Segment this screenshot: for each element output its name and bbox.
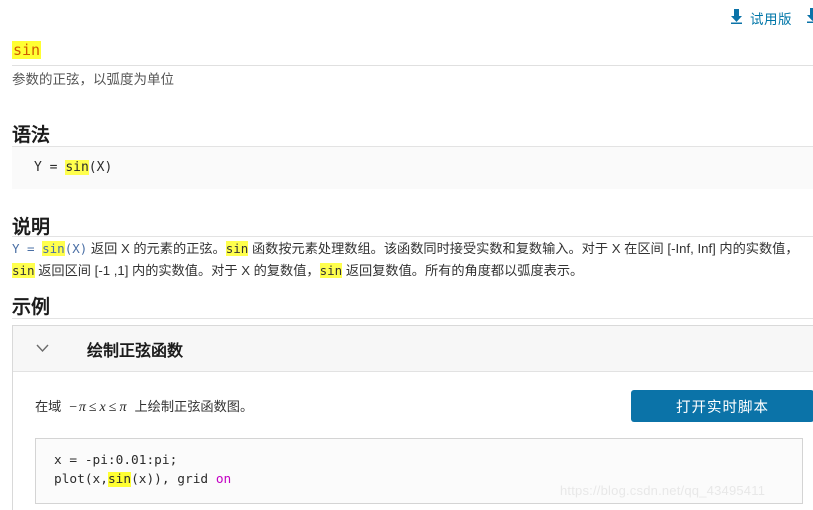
example-panel-title: 绘制正弦函数 [87, 342, 184, 360]
desc-text-c: 返回 X 的元素的正弦。 [87, 241, 226, 256]
code-line2-function: sin [107, 472, 132, 487]
desc-text-e: 返回区间 [-1 ,1] 内的实数值。对于 X 的复数值， [34, 263, 320, 278]
description-text: Y = sin(X) 返回 X 的元素的正弦。sin 函数按元素处理数组。该函数… [12, 238, 811, 282]
page-subtitle: 参数的正弦，以弧度为单位 [12, 72, 174, 87]
section-divider-description [12, 236, 813, 237]
page-root: 试用版 sin 参数的正弦，以弧度为单位 语法 Y = sin(X) 说明 Y … [0, 0, 813, 510]
syntax-code-prefix: Y = [34, 160, 66, 175]
desc-text-f: 返回复数值。所有的角度都以弧度表示。 [342, 263, 584, 278]
open-live-script-button[interactable]: 打开实时脚本 [631, 390, 813, 422]
example-panel-body: 在域 −π ≤ x ≤ π 上绘制正弦函数图。 打开实时脚本 x = -pi:0.01:… [13, 372, 813, 504]
top-bar: 试用版 [0, 0, 813, 36]
intro-suffix: 上绘制正弦函数图。 [134, 399, 254, 414]
page-title-text: sin [12, 41, 42, 59]
trial-version-link[interactable]: 试用版 [730, 8, 792, 28]
code-line2-keyword: on [215, 472, 232, 487]
example-panel-header[interactable]: 绘制正弦函数 [13, 326, 813, 372]
math-variable-x: x [99, 400, 107, 415]
section-heading-description: 说明 [12, 217, 51, 238]
download-icon [730, 9, 743, 27]
example-intro-row: 在域 −π ≤ x ≤ π 上绘制正弦函数图。 打开实时脚本 [13, 372, 813, 438]
code-line-1: x = -pi:0.01:pi; [54, 453, 178, 468]
desc-text-d: 函数按元素处理数组。该函数同时接受实数和复数输入。对于 X 在区间 [-Inf,… [248, 241, 799, 256]
example-code-block: x = -pi:0.01:pi; plot(x,sin(x)), grid on [35, 438, 803, 504]
download-icon [806, 8, 813, 28]
section-heading-examples: 示例 [12, 297, 51, 318]
math-minus-pi: −π [68, 400, 87, 415]
section-divider-examples [12, 318, 813, 319]
code-line2-a: plot(x, [54, 472, 108, 487]
desc-code-a: Y = [12, 241, 43, 256]
math-le-2: ≤ [108, 400, 118, 415]
desc-fn-2: sin [225, 241, 249, 256]
trial-version-label: 试用版 [750, 12, 792, 27]
syntax-code-block: Y = sin(X) [12, 147, 813, 189]
desc-fn-4: sin [319, 263, 343, 278]
title-divider [12, 65, 813, 66]
math-pi: π [119, 400, 128, 415]
syntax-code-suffix: (X) [88, 160, 113, 175]
example-intro-text: 在域 −π ≤ x ≤ π 上绘制正弦函数图。 [35, 396, 253, 416]
download-link-edge[interactable] [806, 8, 813, 28]
code-line-2: plot(x,sin(x)), grid on [54, 470, 802, 489]
desc-fn-1: sin [42, 241, 65, 256]
example-panel: 绘制正弦函数 在域 −π ≤ x ≤ π 上绘制正弦函数图。 打开实时脚本 x = -p… [12, 325, 813, 510]
syntax-code-function: sin [65, 160, 89, 175]
intro-prefix: 在域 [35, 399, 62, 414]
desc-fn-3: sin [12, 263, 35, 278]
math-expression: −π ≤ x ≤ π [64, 400, 131, 416]
page-title: sin [12, 41, 42, 59]
code-line2-b: (x)), grid [131, 472, 216, 487]
desc-code-b: (X) [64, 241, 88, 256]
chevron-down-icon[interactable] [35, 342, 49, 356]
section-heading-syntax: 语法 [12, 125, 51, 146]
math-le-1: ≤ [88, 400, 98, 415]
